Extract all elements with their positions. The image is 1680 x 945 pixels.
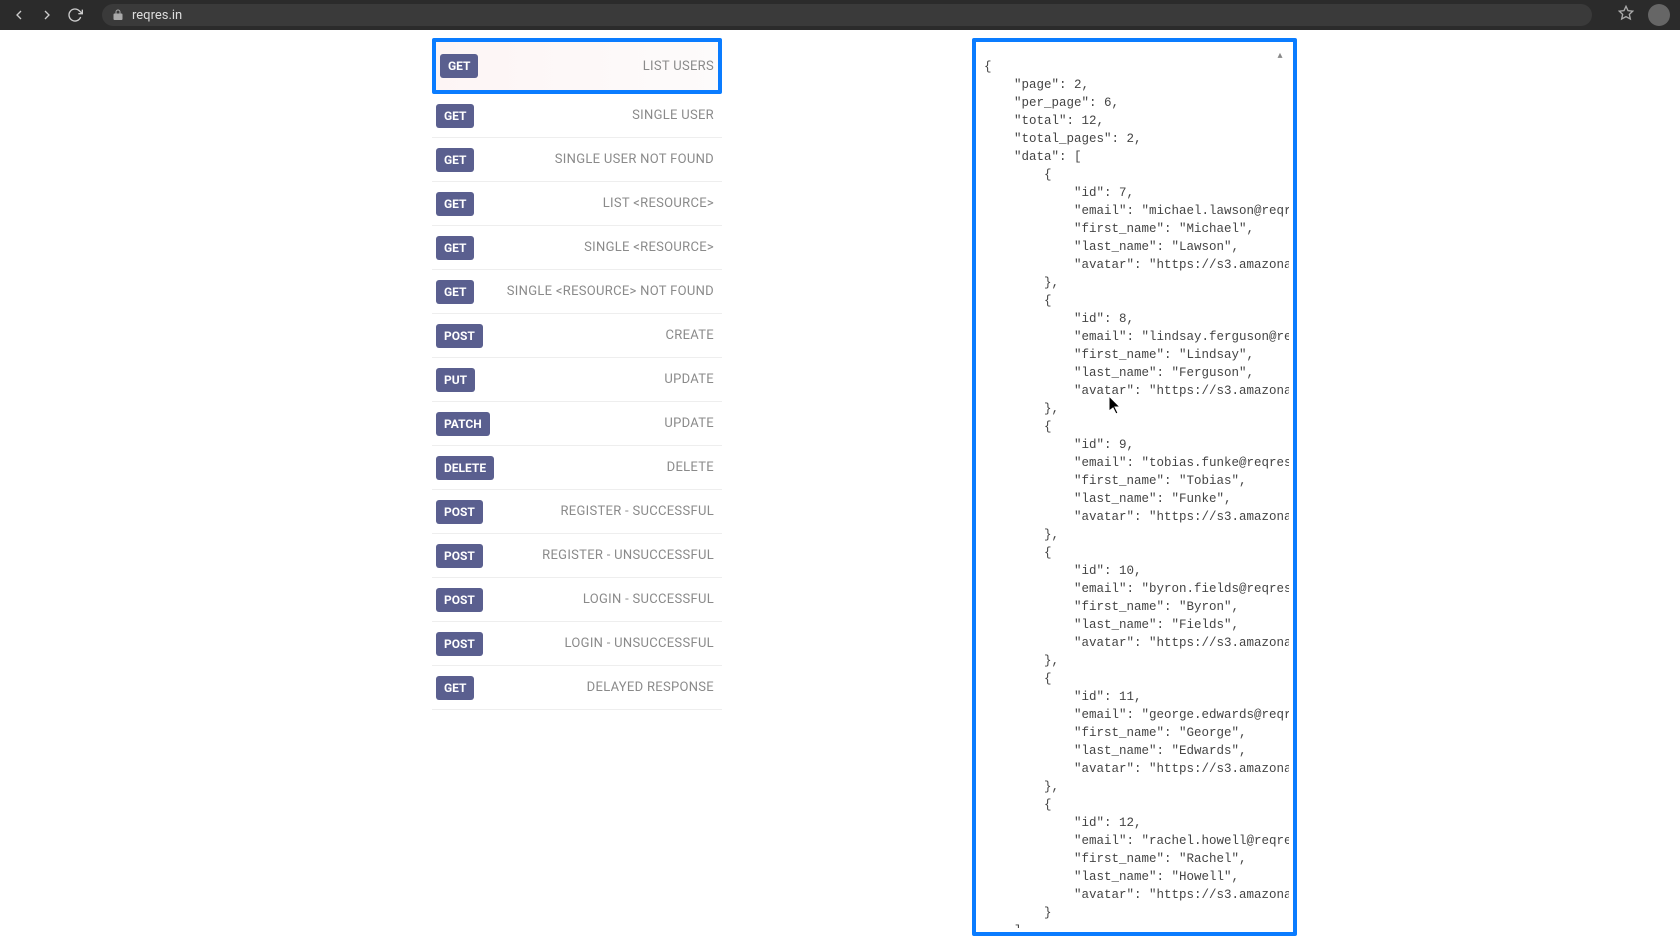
lock-icon: [112, 6, 124, 25]
method-badge: GET: [436, 148, 474, 172]
endpoint-label: UPDATE: [664, 416, 714, 431]
method-badge: PUT: [436, 368, 475, 392]
endpoint-label: SINGLE USER: [632, 108, 714, 123]
endpoint-row[interactable]: GET SINGLE USER NOT FOUND: [432, 138, 722, 182]
url-text: reqres.in: [132, 8, 182, 23]
endpoint-row[interactable]: GET SINGLE USER: [432, 94, 722, 138]
address-bar[interactable]: reqres.in: [102, 4, 1592, 26]
method-badge: GET: [436, 236, 474, 260]
endpoint-label: SINGLE <RESOURCE> NOT FOUND: [507, 284, 714, 299]
endpoint-label: LIST USERS: [643, 59, 714, 74]
method-badge: GET: [436, 192, 474, 216]
method-badge: GET: [436, 676, 474, 700]
endpoint-row[interactable]: GET SINGLE <RESOURCE> NOT FOUND: [432, 270, 722, 314]
method-badge: PATCH: [436, 412, 490, 436]
method-badge: POST: [436, 632, 483, 656]
endpoints-list: GET LIST USERS GET SINGLE USER GET SINGLE USE…: [432, 38, 722, 945]
endpoint-row[interactable]: DELETE DELETE: [432, 446, 722, 490]
method-badge: POST: [436, 544, 483, 568]
endpoint-row[interactable]: POST REGISTER - UNSUCCESSFUL: [432, 534, 722, 578]
method-badge: GET: [440, 54, 478, 78]
bookmark-star-icon[interactable]: [1618, 5, 1634, 25]
endpoint-label: DELETE: [667, 460, 714, 475]
reload-icon[interactable]: [66, 6, 84, 24]
endpoint-label: LOGIN - SUCCESSFUL: [583, 592, 714, 607]
method-badge: GET: [436, 104, 474, 128]
endpoint-row[interactable]: PUT UPDATE: [432, 358, 722, 402]
endpoint-label: SINGLE <RESOURCE>: [584, 240, 714, 255]
endpoint-row[interactable]: POST LOGIN - UNSUCCESSFUL: [432, 622, 722, 666]
endpoint-row[interactable]: PATCH UPDATE: [432, 402, 722, 446]
back-icon[interactable]: [10, 6, 28, 24]
response-body[interactable]: { "page": 2, "per_page": 6, "total": 12,…: [980, 46, 1289, 928]
method-badge: POST: [436, 588, 483, 612]
browser-toolbar: reqres.in: [0, 0, 1680, 30]
method-badge: DELETE: [436, 456, 494, 480]
forward-icon[interactable]: [38, 6, 56, 24]
endpoint-row[interactable]: GET SINGLE <RESOURCE>: [432, 226, 722, 270]
profile-avatar[interactable]: [1648, 4, 1670, 26]
endpoint-label: REGISTER - UNSUCCESSFUL: [542, 548, 714, 563]
scroll-up-icon[interactable]: ▴: [1273, 48, 1287, 62]
endpoint-row[interactable]: POST LOGIN - SUCCESSFUL: [432, 578, 722, 622]
endpoint-label: DELAYED RESPONSE: [587, 680, 714, 695]
method-badge: POST: [436, 500, 483, 524]
endpoint-label: CREATE: [666, 328, 714, 343]
method-badge: POST: [436, 324, 483, 348]
endpoint-row[interactable]: GET DELAYED RESPONSE: [432, 666, 722, 710]
endpoint-row[interactable]: GET LIST USERS: [432, 38, 722, 94]
page-body: GET LIST USERS GET SINGLE USER GET SINGLE USE…: [0, 30, 1680, 945]
endpoint-row[interactable]: GET LIST <RESOURCE>: [432, 182, 722, 226]
endpoint-label: LIST <RESOURCE>: [603, 196, 714, 211]
endpoint-row[interactable]: POST CREATE: [432, 314, 722, 358]
endpoint-label: LOGIN - UNSUCCESSFUL: [565, 636, 714, 651]
method-badge: GET: [436, 280, 474, 304]
endpoint-label: REGISTER - SUCCESSFUL: [560, 504, 714, 519]
endpoint-label: SINGLE USER NOT FOUND: [555, 152, 714, 167]
endpoint-label: UPDATE: [664, 372, 714, 387]
response-panel: ▴ { "page": 2, "per_page": 6, "total": 1…: [972, 38, 1297, 936]
endpoint-row[interactable]: POST REGISTER - SUCCESSFUL: [432, 490, 722, 534]
